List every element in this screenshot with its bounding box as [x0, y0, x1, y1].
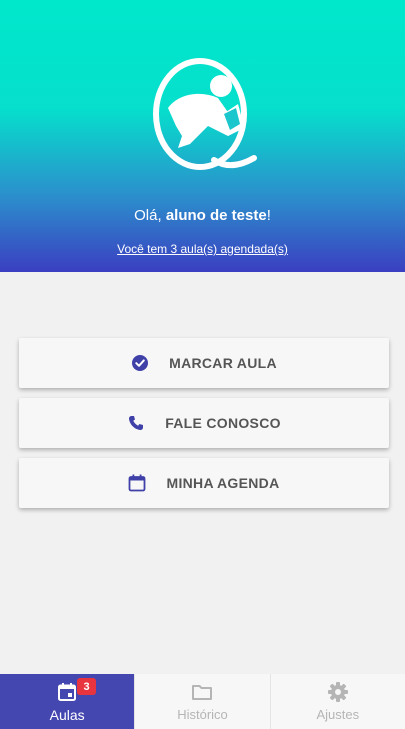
gear-icon [327, 681, 349, 703]
calendar-icon [128, 474, 146, 492]
tab-ajustes[interactable]: Ajustes [269, 674, 405, 729]
folder-icon [191, 681, 213, 703]
reading-student-logo-icon [153, 58, 257, 170]
greeting-text: Olá, aluno de teste! [0, 207, 405, 224]
my-schedule-label: MINHA AGENDA [166, 475, 280, 491]
scheduled-classes-row: Você tem 3 aula(s) agendada(s) [0, 240, 405, 258]
contact-us-button[interactable]: FALE CONOSCO [19, 398, 389, 448]
book-class-label: MARCAR AULA [169, 355, 277, 371]
greeting-prefix: Olá, [134, 207, 166, 224]
notification-badge: 3 [77, 678, 96, 695]
tab-historico-label: Histórico [177, 707, 228, 722]
phone-icon [127, 414, 145, 432]
book-class-button[interactable]: MARCAR AULA [19, 338, 389, 388]
calendar-icon [56, 681, 78, 703]
bottom-tab-bar: 3 Aulas Histórico Ajustes [0, 674, 405, 729]
tab-ajustes-label: Ajustes [316, 707, 360, 722]
check-circle-icon [131, 354, 149, 372]
my-schedule-button[interactable]: MINHA AGENDA [19, 458, 389, 508]
user-name: aluno de teste [165, 207, 267, 224]
tab-aulas[interactable]: 3 Aulas [0, 674, 135, 729]
contact-us-label: FALE CONOSCO [165, 415, 281, 431]
tab-historico[interactable]: Histórico [134, 674, 269, 729]
scheduled-classes-link[interactable]: Você tem 3 aula(s) agendada(s) [117, 242, 288, 256]
header-banner: Olá, aluno de teste! Você tem 3 aula(s) … [0, 0, 405, 272]
greeting-suffix: ! [266, 207, 271, 224]
tab-aulas-label: Aulas [49, 706, 85, 723]
